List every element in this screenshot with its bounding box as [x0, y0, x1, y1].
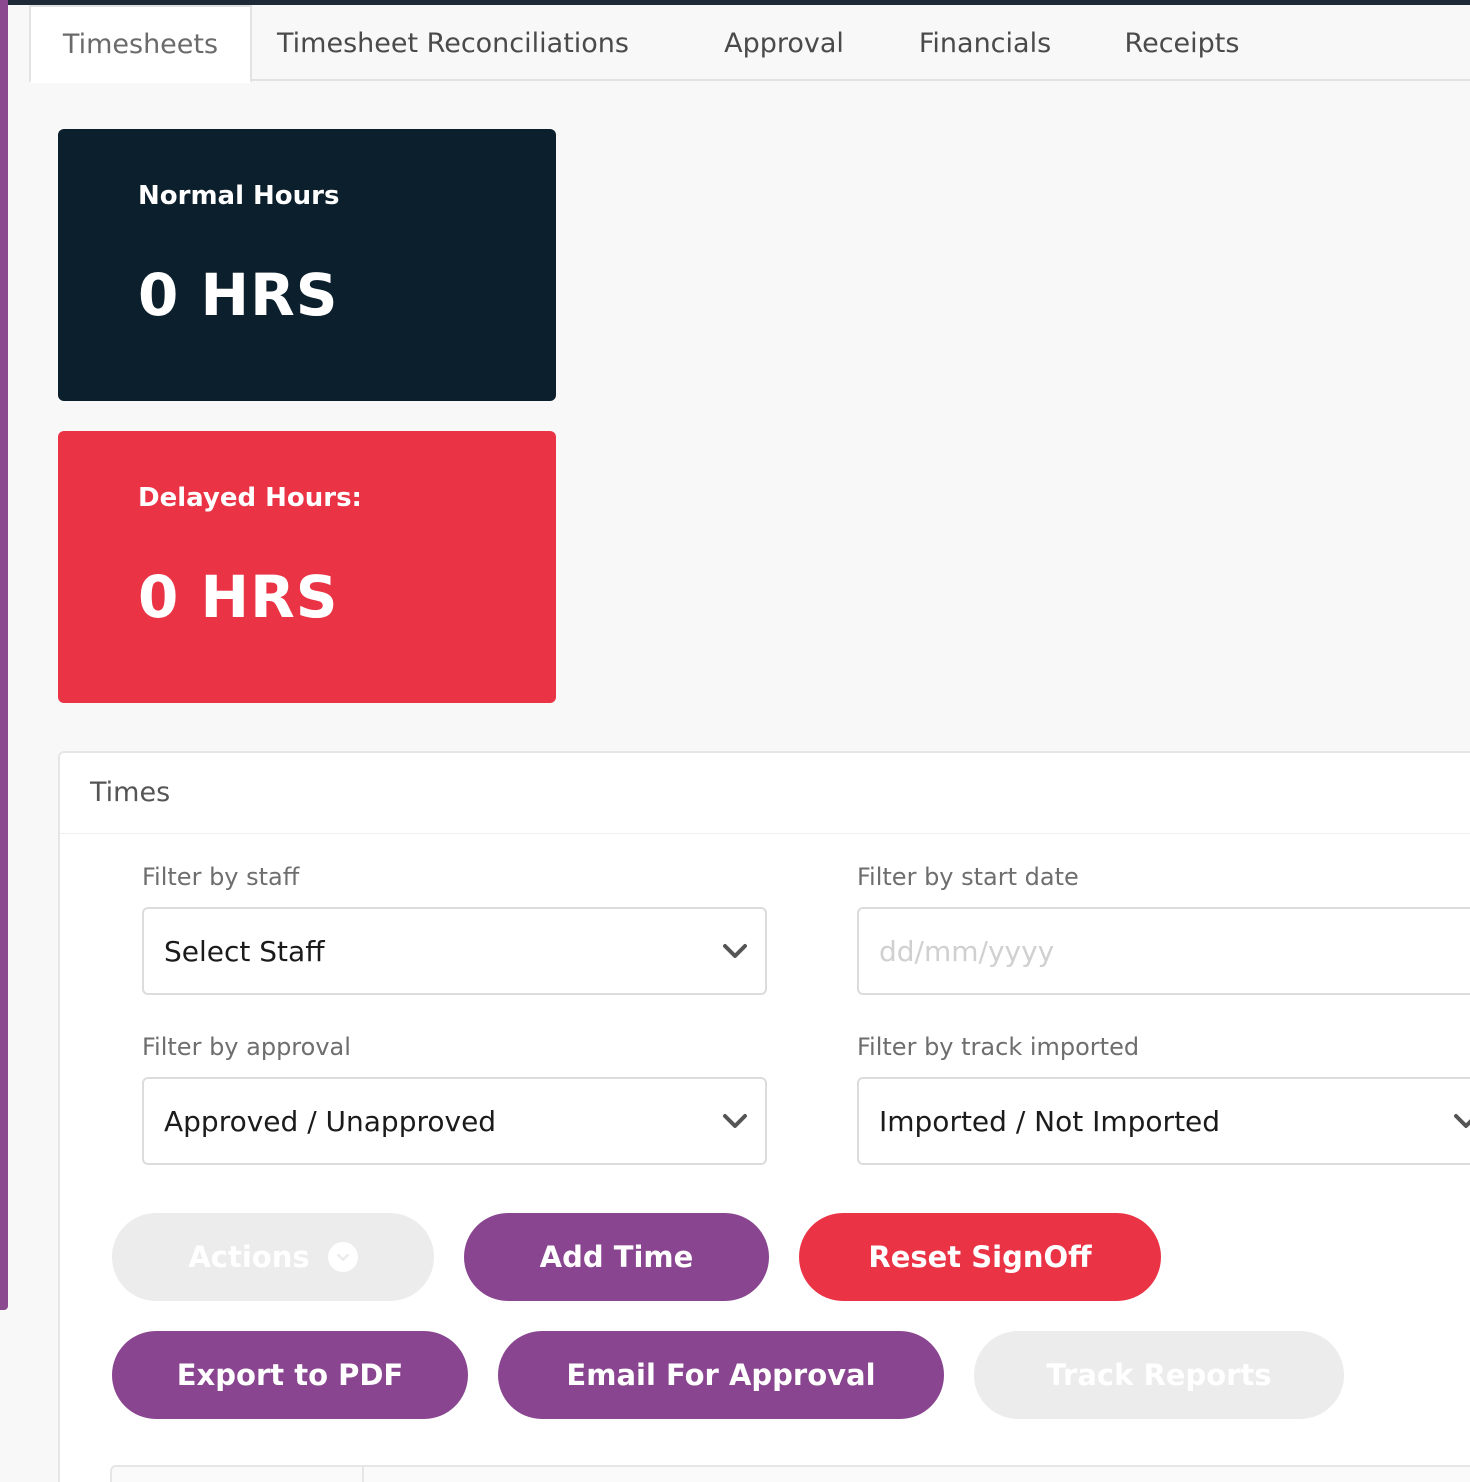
tab-timesheet-reconciliations[interactable]: Timesheet Reconciliations: [252, 5, 654, 81]
chevron-down-circle-icon: [327, 1242, 358, 1272]
tab-financials[interactable]: Financials: [914, 5, 1056, 81]
panel-divider: [60, 833, 1470, 834]
filter-start-date-label: Filter by start date: [857, 863, 1079, 891]
staff-select[interactable]: Select Staff: [142, 907, 767, 995]
approval-select-value: Approved / Unapproved: [164, 1104, 497, 1138]
filter-approval-label: Filter by approval: [142, 1033, 351, 1061]
normal-hours-label: Normal Hours: [138, 181, 340, 211]
track-imported-select[interactable]: Imported / Not Imported: [857, 1077, 1470, 1165]
reset-signoff-button[interactable]: Reset SignOff: [799, 1213, 1161, 1301]
filter-staff-label: Filter by staff: [142, 863, 300, 891]
panel-title: Times: [90, 777, 171, 808]
times-panel: Times Filter by staff Select Staff Filte…: [58, 751, 1470, 1482]
tab-receipts[interactable]: Receipts: [1056, 5, 1308, 81]
chevron-down-icon: [723, 1114, 747, 1128]
normal-hours-value: 0 HRS: [138, 261, 339, 329]
tab-bar: Timesheets Timesheet Reconciliations App…: [29, 5, 1470, 83]
staff-select-value: Select Staff: [164, 934, 325, 968]
normal-hours-card: Normal Hours 0 HRS: [58, 129, 556, 401]
delayed-hours-value: 0 HRS: [138, 563, 339, 631]
chevron-down-icon: [723, 944, 747, 958]
approval-select[interactable]: Approved / Unapproved: [142, 1077, 767, 1165]
filter-track-imported-label: Filter by track imported: [857, 1033, 1140, 1061]
start-date-placeholder: dd/mm/yyyy: [879, 934, 1055, 968]
email-for-approval-button[interactable]: Email For Approval: [498, 1331, 944, 1419]
times-table-header: [110, 1465, 1470, 1482]
tab-approval[interactable]: Approval: [654, 5, 914, 81]
chevron-down-icon: [1454, 1114, 1470, 1128]
table-column-divider: [362, 1467, 364, 1482]
export-pdf-button[interactable]: Export to PDF: [112, 1331, 468, 1419]
tab-timesheets[interactable]: Timesheets: [29, 5, 252, 83]
actions-button-label: Actions: [188, 1240, 310, 1274]
delayed-hours-card: Delayed Hours: 0 HRS: [58, 431, 556, 703]
add-time-button[interactable]: Add Time: [464, 1213, 769, 1301]
track-imported-select-value: Imported / Not Imported: [879, 1104, 1221, 1138]
actions-button[interactable]: Actions: [112, 1213, 434, 1301]
delayed-hours-label: Delayed Hours:: [138, 483, 362, 513]
left-accent-bar: [0, 0, 8, 1310]
start-date-input[interactable]: dd/mm/yyyy: [857, 907, 1470, 995]
track-reports-button[interactable]: Track Reports: [974, 1331, 1344, 1419]
